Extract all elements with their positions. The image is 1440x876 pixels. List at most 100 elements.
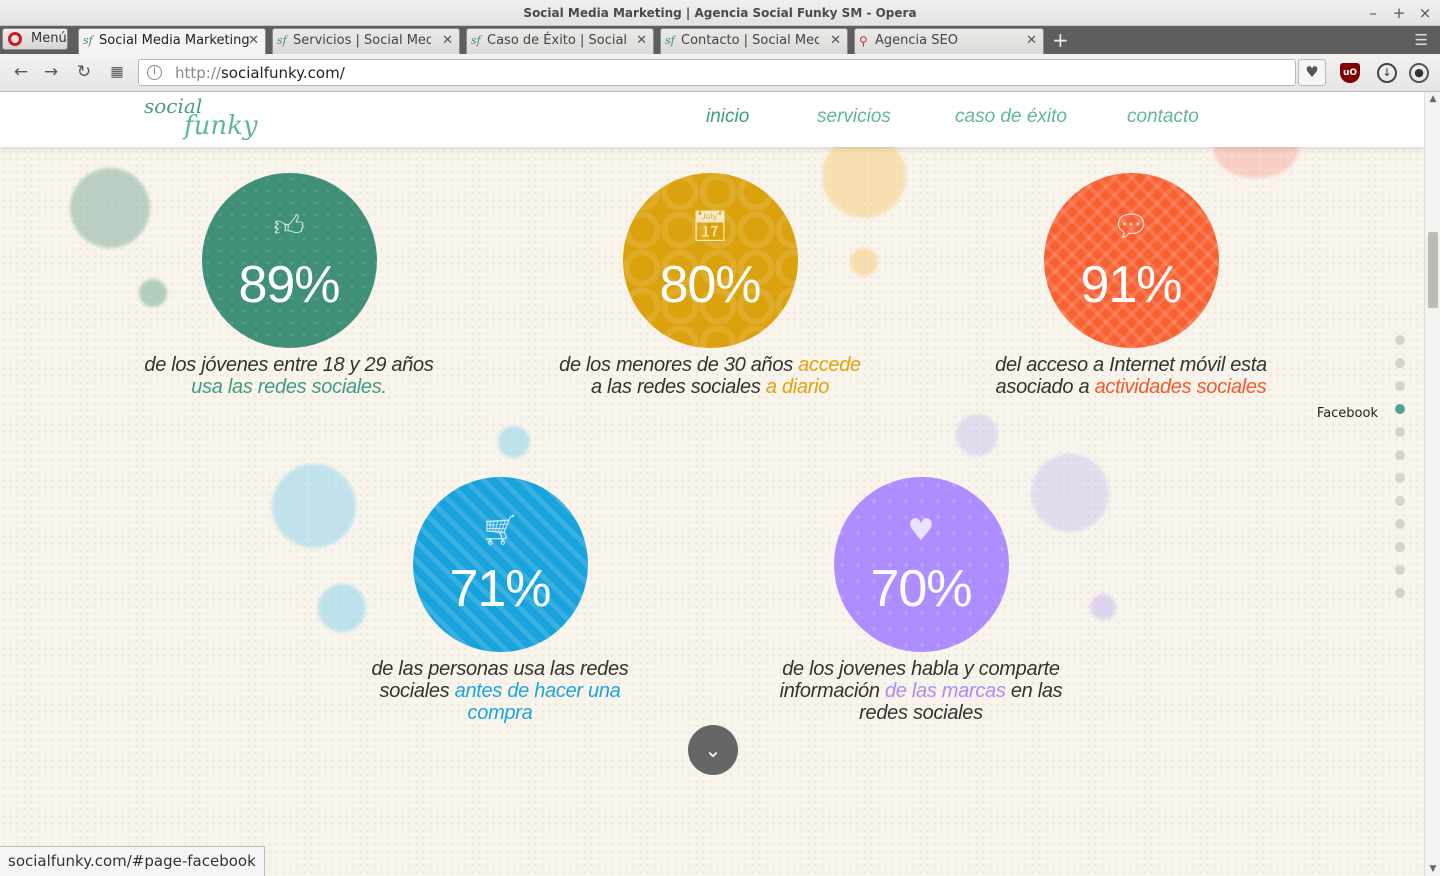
- nav-servicios[interactable]: servicios: [817, 106, 891, 128]
- tab-agencia-seo[interactable]: ⚲ Agencia SEO ✕: [854, 28, 1044, 54]
- account-icon[interactable]: ●: [1409, 63, 1429, 83]
- site-info-icon[interactable]: i: [147, 65, 162, 80]
- section-dot[interactable]: [1395, 519, 1405, 529]
- tab-label: Contacto | Social Media: [681, 33, 819, 48]
- ublock-icon[interactable]: uO: [1340, 63, 1360, 83]
- section-nav-label: Facebook: [1316, 406, 1378, 421]
- caption-text: a las redes sociales: [590, 376, 761, 398]
- nav-inicio[interactable]: inicio: [706, 106, 749, 128]
- chat-bubbles-icon: 💬︎: [1111, 209, 1151, 244]
- caption-text: sociales: [379, 680, 450, 702]
- caption-text: de los jóvenes entre 18 y 29 años: [144, 354, 434, 376]
- tab-contacto[interactable]: sf Contacto | Social Media ✕: [660, 28, 848, 54]
- stat-caption: de los jóvenes entre 18 y 29 años usa la…: [69, 354, 509, 398]
- url-protocol: http://: [175, 64, 221, 82]
- bubble: [956, 414, 998, 456]
- opera-menu-button[interactable]: Menú: [2, 28, 68, 50]
- reload-icon[interactable]: ↻: [73, 62, 95, 82]
- caption-text: del acceso a Internet móvil esta: [995, 354, 1267, 376]
- tab-label: Agencia SEO: [875, 33, 958, 48]
- tab-label: Caso de Éxito | Social M: [487, 33, 627, 48]
- section-dot[interactable]: [1395, 588, 1405, 598]
- sf-favicon-icon: sf: [471, 34, 481, 47]
- tab-label: Social Media Marketing: [99, 33, 249, 48]
- maximize-icon[interactable]: +: [1392, 0, 1406, 26]
- chevron-down-icon: ⌄: [704, 738, 722, 762]
- window-controls: – + ×: [1366, 0, 1432, 26]
- caption-highlight: antes de hacer una compra: [454, 680, 621, 724]
- section-dot[interactable]: [1395, 450, 1405, 460]
- section-dot[interactable]: [1395, 473, 1405, 483]
- tab-servicios[interactable]: sf Servicios | Social Media ✕: [272, 28, 460, 54]
- window-titlebar: Social Media Marketing | Agencia Social …: [0, 0, 1440, 26]
- bubble: [498, 426, 530, 458]
- section-dot[interactable]: [1395, 565, 1405, 575]
- sf-favicon-icon: sf: [277, 34, 287, 47]
- stat-circle: 💬︎ 91%: [1043, 173, 1219, 348]
- social-funky-logo[interactable]: social funky: [144, 96, 258, 139]
- forward-icon[interactable]: →: [40, 62, 62, 82]
- new-tab-icon[interactable]: +: [1052, 30, 1069, 50]
- stat-value: 89%: [238, 256, 340, 314]
- minimize-icon[interactable]: –: [1366, 0, 1380, 26]
- scrollbar-thumb[interactable]: [1428, 232, 1438, 308]
- stat-circle: 🛒︎ 71%: [412, 477, 588, 652]
- caption-text: de los jovenes habla y comparte: [782, 658, 1060, 680]
- page-scrollbar[interactable]: ▲ ▼: [1424, 92, 1440, 876]
- thumbs-up-icon: 👍︎: [273, 209, 305, 244]
- section-dot[interactable]: [1395, 427, 1405, 437]
- caption-highlight: a diario: [765, 376, 830, 398]
- stat-caption: de los menores de 30 años accede a las r…: [490, 354, 930, 398]
- tab-close-icon[interactable]: ✕: [1026, 29, 1037, 53]
- stat-caption: de las personas usa las redes sociales a…: [370, 658, 630, 724]
- tab-menu-icon[interactable]: ☰: [1415, 31, 1428, 49]
- stat-caption: de los jovenes habla y comparte informac…: [776, 658, 1066, 724]
- site-header: social funky inicio servicios caso de éx…: [0, 92, 1424, 147]
- stat-circle: 📅︎ 80%: [622, 173, 798, 348]
- opera-logo-icon: [8, 32, 22, 46]
- url-field[interactable]: i http://socialfunky.com/: [138, 59, 1296, 86]
- section-dot[interactable]: [1395, 335, 1405, 345]
- tab-close-icon[interactable]: ✕: [248, 29, 259, 53]
- stat-value: 71%: [449, 560, 551, 618]
- caption-highlight: accede: [798, 354, 861, 376]
- caption-highlight: actividades sociales: [1094, 376, 1267, 398]
- section-dot-nav: [1395, 335, 1405, 611]
- speed-dial-icon[interactable]: ▦: [106, 64, 128, 80]
- section-dot-active[interactable]: [1395, 404, 1405, 414]
- close-icon[interactable]: ×: [1418, 0, 1432, 26]
- sf-favicon-icon: sf: [83, 34, 93, 47]
- download-icon[interactable]: ↓: [1377, 63, 1397, 83]
- back-icon[interactable]: ←: [10, 62, 32, 82]
- stat-circle: 👍︎ 89%: [201, 173, 377, 348]
- scroll-up-icon[interactable]: ▲: [1425, 94, 1440, 104]
- stat-value: 70%: [870, 560, 972, 618]
- stat-card: 💬︎ 91% del acceso a Internet móvil esta …: [911, 173, 1351, 398]
- stat-card: 🛒︎ 71% de las personas usa las redes soc…: [280, 477, 720, 724]
- stat-caption: del acceso a Internet móvil esta asociad…: [911, 354, 1351, 398]
- nav-contacto[interactable]: contacto: [1127, 106, 1199, 128]
- tab-close-icon[interactable]: ✕: [830, 29, 841, 53]
- scroll-down-icon[interactable]: ▼: [1425, 864, 1440, 874]
- tab-social-media-marketing[interactable]: sf Social Media Marketing ✕: [78, 28, 266, 54]
- stat-card: ♥ 70% de los jovenes habla y comparte in…: [701, 477, 1141, 724]
- caption-text: de los menores de 30 años: [559, 354, 793, 376]
- nav-caso-de-exito[interactable]: caso de éxito: [955, 106, 1067, 128]
- stat-value: 91%: [1080, 256, 1182, 314]
- tab-caso-de-exito[interactable]: sf Caso de Éxito | Social M ✕: [466, 28, 654, 54]
- section-dot[interactable]: [1395, 381, 1405, 391]
- bookmark-heart-icon[interactable]: ♥: [1298, 59, 1326, 86]
- section-dot[interactable]: [1395, 358, 1405, 368]
- section-dot[interactable]: [1395, 496, 1405, 506]
- window-title: Social Media Marketing | Agencia Social …: [523, 6, 917, 20]
- tab-close-icon[interactable]: ✕: [442, 29, 453, 53]
- web-page: social funky inicio servicios caso de éx…: [0, 92, 1424, 876]
- sf-favicon-icon: sf: [665, 34, 675, 47]
- stat-card: 👍︎ 89% de los jóvenes entre 18 y 29 años…: [69, 173, 509, 398]
- status-url-preview: socialfunky.com/#page-facebook: [0, 846, 265, 876]
- tab-close-icon[interactable]: ✕: [636, 29, 647, 53]
- scroll-down-button[interactable]: ⌄: [688, 725, 738, 775]
- map-pin-favicon-icon: ⚲: [859, 34, 868, 48]
- section-dot[interactable]: [1395, 542, 1405, 552]
- shopping-cart-icon: 🛒︎: [480, 513, 520, 548]
